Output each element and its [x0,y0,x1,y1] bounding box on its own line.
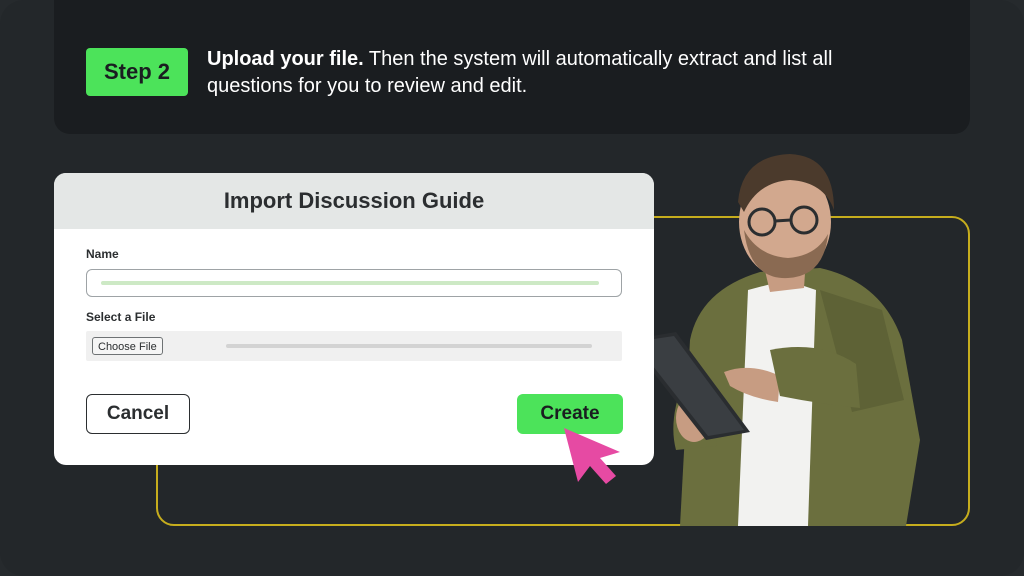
choose-file-button[interactable]: Choose File [92,337,163,355]
name-label: Name [86,247,119,261]
name-input[interactable] [86,269,622,297]
cancel-button[interactable]: Cancel [86,394,190,434]
dialog-title: Import Discussion Guide [54,173,654,229]
person-with-tablet-illustration [628,154,920,526]
select-file-label: Select a File [86,310,156,324]
step-instructions: Upload your file. Then the system will a… [207,46,907,100]
step-badge: Step 2 [86,48,188,96]
step-lead: Upload your file. [207,48,364,70]
file-picker[interactable]: Choose File [86,331,622,361]
mouse-pointer-icon [564,428,620,484]
import-dialog: Import Discussion Guide Name Select a Fi… [54,173,654,465]
name-input-placeholder-line [101,281,599,285]
file-name-placeholder [226,344,592,348]
